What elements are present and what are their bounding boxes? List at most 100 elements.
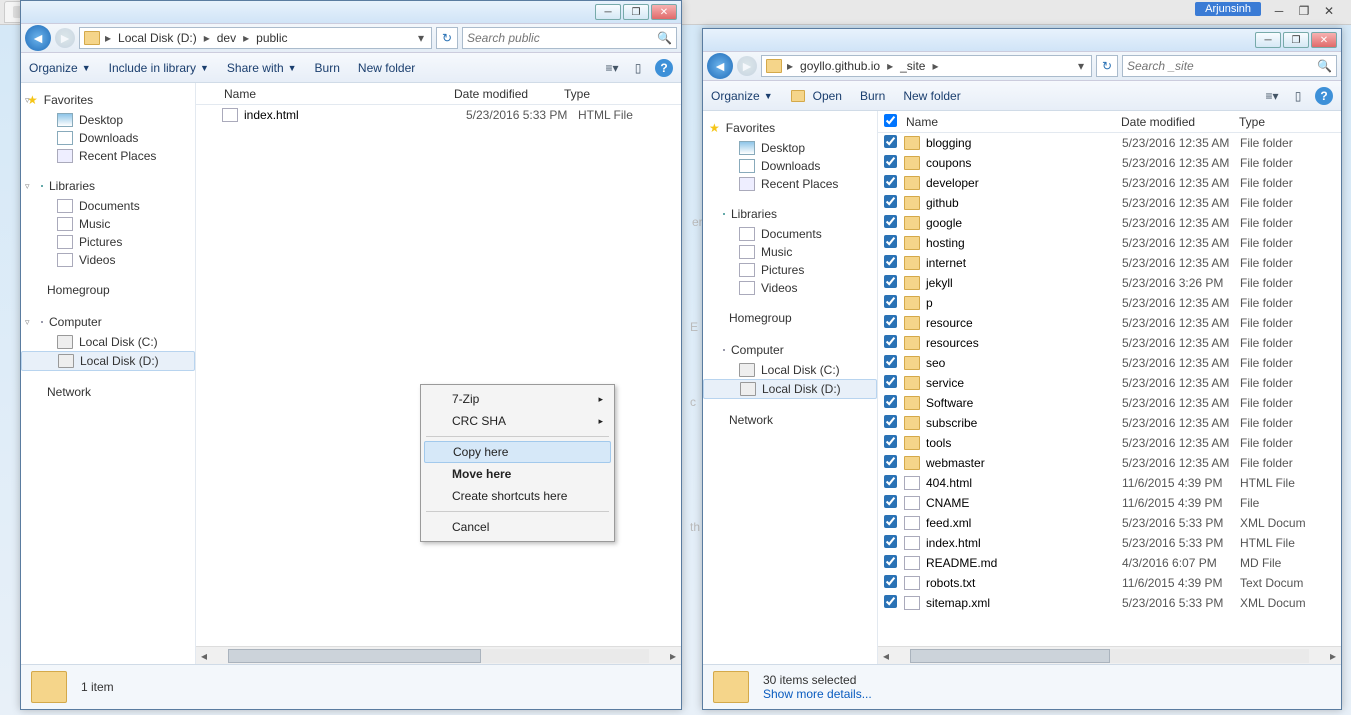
- col-type[interactable]: Type: [556, 87, 636, 101]
- file-row[interactable]: jekyll 5/23/2016 3:26 PM File folder: [878, 273, 1341, 293]
- row-checkbox[interactable]: [884, 435, 897, 448]
- context-cancel[interactable]: Cancel: [424, 516, 611, 538]
- help-button[interactable]: ?: [655, 59, 673, 77]
- col-date[interactable]: Date modified: [446, 87, 556, 101]
- file-row[interactable]: Software 5/23/2016 12:35 AM File folder: [878, 393, 1341, 413]
- chevron-right-icon[interactable]: ▸: [240, 31, 252, 45]
- col-type[interactable]: Type: [1231, 115, 1301, 129]
- help-button[interactable]: ?: [1315, 87, 1333, 105]
- nav-pictures[interactable]: Pictures: [703, 261, 877, 279]
- file-row[interactable]: service 5/23/2016 12:35 AM File folder: [878, 373, 1341, 393]
- maximize-button[interactable]: ❐: [623, 4, 649, 20]
- nav-libraries[interactable]: Libraries: [703, 203, 877, 225]
- select-all-checkbox[interactable]: [884, 114, 897, 127]
- file-row[interactable]: robots.txt 11/6/2015 4:39 PM Text Docum: [878, 573, 1341, 593]
- row-checkbox[interactable]: [884, 155, 897, 168]
- col-date[interactable]: Date modified: [1113, 115, 1231, 129]
- collapse-icon[interactable]: ▿: [25, 181, 30, 192]
- show-more-details-link[interactable]: Show more details...: [763, 687, 872, 701]
- col-name[interactable]: Name: [898, 115, 1113, 129]
- nav-pictures[interactable]: Pictures: [21, 233, 195, 251]
- row-checkbox[interactable]: [884, 555, 897, 568]
- nav-downloads[interactable]: Downloads: [703, 157, 877, 175]
- row-checkbox[interactable]: [884, 455, 897, 468]
- row-checkbox[interactable]: [884, 135, 897, 148]
- chrome-minimize-icon[interactable]: ─: [1267, 2, 1291, 20]
- row-checkbox[interactable]: [884, 575, 897, 588]
- preview-pane-button[interactable]: ▯: [1289, 87, 1307, 105]
- nav-documents[interactable]: Documents: [703, 225, 877, 243]
- context-create-shortcuts[interactable]: Create shortcuts here: [424, 485, 611, 507]
- chevron-right-icon[interactable]: ▸: [102, 31, 114, 45]
- search-input[interactable]: 🔍: [462, 27, 677, 49]
- row-checkbox[interactable]: [884, 175, 897, 188]
- new-folder-button[interactable]: New folder: [903, 89, 960, 103]
- file-row[interactable]: p 5/23/2016 12:35 AM File folder: [878, 293, 1341, 313]
- nav-homegroup[interactable]: Homegroup: [703, 307, 877, 329]
- row-checkbox[interactable]: [884, 275, 897, 288]
- chevron-right-icon[interactable]: ▸: [929, 59, 941, 73]
- file-row[interactable]: feed.xml 5/23/2016 5:33 PM XML Docum: [878, 513, 1341, 533]
- chevron-right-icon[interactable]: ▸: [201, 31, 213, 45]
- nav-libraries[interactable]: ▿Libraries: [21, 175, 195, 197]
- breadcrumb-item[interactable]: dev: [215, 31, 238, 45]
- chrome-user-button[interactable]: Arjunsinh: [1195, 2, 1261, 16]
- nav-videos[interactable]: Videos: [703, 279, 877, 297]
- open-button[interactable]: Open: [791, 89, 842, 103]
- nav-documents[interactable]: Documents: [21, 197, 195, 215]
- chrome-restore-icon[interactable]: ❐: [1292, 2, 1316, 20]
- refresh-button[interactable]: ↻: [1096, 55, 1118, 77]
- forward-button[interactable]: ►: [737, 56, 757, 76]
- nav-desktop[interactable]: Desktop: [703, 139, 877, 157]
- row-checkbox[interactable]: [884, 415, 897, 428]
- titlebar[interactable]: ─ ❐ ✕: [21, 1, 681, 23]
- row-checkbox[interactable]: [884, 215, 897, 228]
- row-checkbox[interactable]: [884, 335, 897, 348]
- row-checkbox[interactable]: [884, 495, 897, 508]
- chevron-right-icon[interactable]: ▸: [784, 59, 796, 73]
- new-folder-button[interactable]: New folder: [358, 61, 415, 75]
- search-icon[interactable]: 🔍: [657, 31, 672, 45]
- nav-computer[interactable]: ▿Computer: [21, 311, 195, 333]
- nav-network[interactable]: Network: [703, 409, 877, 431]
- nav-homegroup[interactable]: Homegroup: [21, 279, 195, 301]
- search-input[interactable]: 🔍: [1122, 55, 1337, 77]
- nav-videos[interactable]: Videos: [21, 251, 195, 269]
- include-in-library-button[interactable]: Include in library▼: [109, 61, 209, 75]
- file-row[interactable]: resources 5/23/2016 12:35 AM File folder: [878, 333, 1341, 353]
- search-icon[interactable]: 🔍: [1317, 59, 1332, 73]
- nav-favorites[interactable]: Favorites: [703, 117, 877, 139]
- column-headers[interactable]: Name Date modified Type: [196, 83, 681, 105]
- file-row[interactable]: 404.html 11/6/2015 4:39 PM HTML File: [878, 473, 1341, 493]
- collapse-icon[interactable]: ▿: [25, 95, 30, 106]
- horizontal-scrollbar[interactable]: ◂▸: [196, 646, 681, 664]
- chrome-close-icon[interactable]: ✕: [1317, 2, 1341, 20]
- maximize-button[interactable]: ❐: [1283, 32, 1309, 48]
- nav-music[interactable]: Music: [703, 243, 877, 261]
- search-field[interactable]: [1127, 59, 1317, 73]
- breadcrumb-item[interactable]: goyllo.github.io: [798, 59, 882, 73]
- chevron-right-icon[interactable]: ▸: [884, 59, 896, 73]
- minimize-button[interactable]: ─: [1255, 32, 1281, 48]
- nav-recent-places[interactable]: Recent Places: [703, 175, 877, 193]
- view-mode-button[interactable]: ≡▾: [1263, 87, 1281, 105]
- file-row[interactable]: google 5/23/2016 12:35 AM File folder: [878, 213, 1341, 233]
- titlebar[interactable]: ─ ❐ ✕: [703, 29, 1341, 51]
- context-move-here[interactable]: Move here: [424, 463, 611, 485]
- organize-button[interactable]: Organize▼: [711, 89, 773, 103]
- close-button[interactable]: ✕: [1311, 32, 1337, 48]
- file-row[interactable]: sitemap.xml 5/23/2016 5:33 PM XML Docum: [878, 593, 1341, 613]
- nav-favorites[interactable]: ▿Favorites: [21, 89, 195, 111]
- file-row[interactable]: developer 5/23/2016 12:35 AM File folder: [878, 173, 1341, 193]
- preview-pane-button[interactable]: ▯: [629, 59, 647, 77]
- file-row[interactable]: subscribe 5/23/2016 12:35 AM File folder: [878, 413, 1341, 433]
- breadcrumb-item[interactable]: Local Disk (D:): [116, 31, 199, 45]
- refresh-button[interactable]: ↻: [436, 27, 458, 49]
- horizontal-scrollbar[interactable]: ◂▸: [878, 646, 1341, 664]
- file-list[interactable]: blogging 5/23/2016 12:35 AM File folder …: [878, 133, 1341, 646]
- file-row[interactable]: webmaster 5/23/2016 12:35 AM File folder: [878, 453, 1341, 473]
- breadcrumb-item[interactable]: public: [254, 31, 289, 45]
- nav-recent-places[interactable]: Recent Places: [21, 147, 195, 165]
- file-row[interactable]: seo 5/23/2016 12:35 AM File folder: [878, 353, 1341, 373]
- nav-network[interactable]: Network: [21, 381, 195, 403]
